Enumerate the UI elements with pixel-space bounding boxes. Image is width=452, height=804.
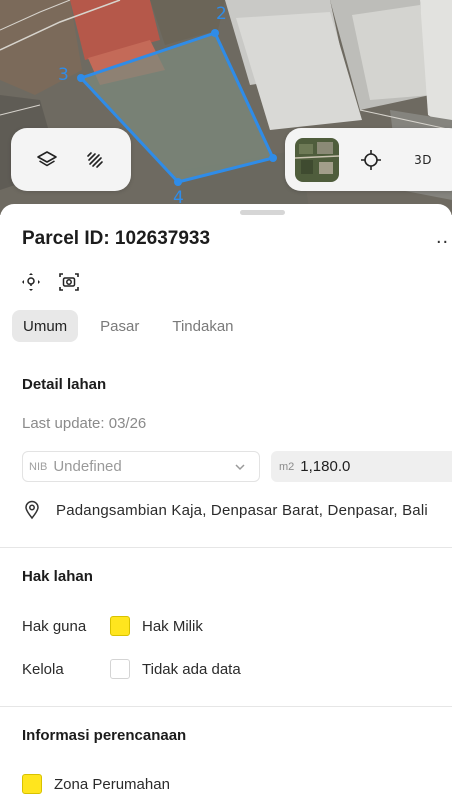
nib-value: Undefined bbox=[53, 458, 122, 475]
map-tools-panel bbox=[11, 128, 131, 191]
tab-tindakan[interactable]: Tindakan bbox=[161, 310, 244, 342]
vertex-label: 3 bbox=[58, 65, 69, 85]
more-options-button[interactable]: .. bbox=[436, 226, 449, 249]
zone-row: Zona Perumahan bbox=[22, 774, 170, 794]
map-controls-panel: 3D bbox=[285, 128, 452, 191]
view-3d-label: 3D bbox=[414, 152, 432, 167]
camera-scan-button[interactable] bbox=[57, 270, 81, 294]
view-3d-button[interactable]: 3D bbox=[403, 140, 443, 180]
layers-icon bbox=[37, 150, 57, 166]
last-update-text: Last update: 03/26 bbox=[22, 415, 147, 432]
draw-button[interactable] bbox=[79, 144, 111, 176]
nib-prefix: NIB bbox=[29, 460, 48, 473]
area-unit: m2 bbox=[279, 460, 295, 473]
hak-guna-value: Hak Milik bbox=[142, 617, 203, 635]
hak-guna-label: Hak guna bbox=[22, 617, 87, 635]
vertex-label: 2 bbox=[216, 4, 227, 24]
area-field: m2 1,180.0 bbox=[271, 451, 452, 482]
locate-button[interactable] bbox=[351, 140, 391, 180]
focus-parcel-button[interactable] bbox=[19, 270, 43, 294]
tab-pasar[interactable]: Pasar bbox=[89, 310, 150, 342]
section-title-perencanaan: Informasi perencanaan bbox=[22, 727, 187, 744]
basemap-thumbnail[interactable] bbox=[295, 137, 339, 182]
hak-milik-swatch bbox=[110, 616, 130, 636]
area-value: 1,180.0 bbox=[300, 458, 351, 475]
tab-umum[interactable]: Umum bbox=[12, 310, 79, 342]
kelola-label: Kelola bbox=[22, 660, 64, 678]
satellite-map[interactable]: 2 3 4 3D bbox=[0, 0, 452, 215]
draw-icon bbox=[87, 151, 103, 168]
layers-button[interactable] bbox=[31, 144, 63, 176]
nib-select[interactable]: NIB Undefined bbox=[22, 451, 260, 482]
tab-bar: Umum Pasar Tindakan bbox=[12, 310, 256, 342]
address-row: Padangsambian Kaja, Denpasar Barat, Denp… bbox=[22, 500, 428, 520]
hak-guna-row: Hak guna Hak Milik bbox=[22, 616, 203, 636]
divider bbox=[0, 706, 452, 707]
chevron-down-icon bbox=[235, 464, 245, 471]
kelola-row: Kelola Tidak ada data bbox=[22, 659, 241, 679]
kelola-value: Tidak ada data bbox=[142, 660, 241, 678]
location-pin-icon bbox=[25, 500, 39, 520]
crosshair-icon bbox=[361, 149, 381, 170]
section-title-detail: Detail lahan bbox=[22, 376, 107, 393]
focus-parcel-icon bbox=[22, 273, 40, 291]
sheet-drag-handle[interactable] bbox=[240, 210, 285, 215]
satellite-thumbnail-icon bbox=[295, 137, 339, 182]
zone-swatch bbox=[22, 774, 42, 794]
camera-scan-icon bbox=[59, 273, 79, 291]
parcel-detail-sheet: Parcel ID: 102637933 .. Umum Pasar Tinda… bbox=[0, 204, 452, 804]
page-title: Parcel ID: 102637933 bbox=[22, 228, 211, 249]
section-title-hak-lahan: Hak lahan bbox=[22, 568, 93, 585]
divider bbox=[0, 547, 452, 548]
zone-label: Zona Perumahan bbox=[54, 775, 170, 793]
address-text: Padangsambian Kaja, Denpasar Barat, Denp… bbox=[56, 501, 428, 519]
kelola-swatch bbox=[110, 659, 130, 679]
